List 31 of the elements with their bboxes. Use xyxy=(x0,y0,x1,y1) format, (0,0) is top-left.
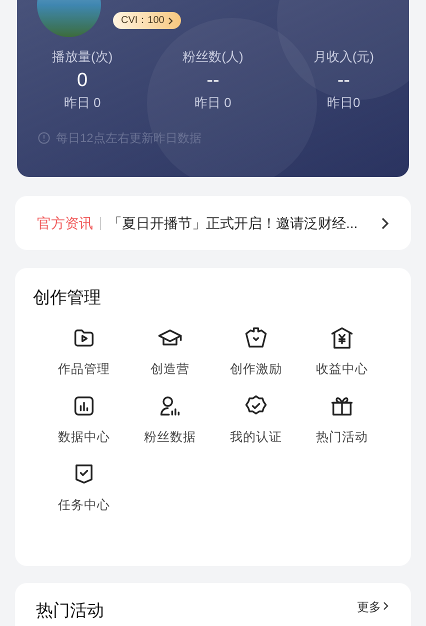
news-card[interactable]: 官方资讯 「夏日开播节」正式开启！邀请泛财经... xyxy=(15,196,411,250)
stat-label: 粉丝数(人) xyxy=(182,49,244,65)
tool-item[interactable]: 创作激励 xyxy=(213,324,299,376)
more-link[interactable]: 更多 xyxy=(357,600,389,626)
stat-value: -- xyxy=(206,69,220,93)
tool-item[interactable]: 创造营 xyxy=(127,324,213,376)
stat-yesterday: 昨日 0 xyxy=(64,95,101,111)
chevron-right-icon xyxy=(381,216,389,230)
tool-item[interactable]: 我的认证 xyxy=(213,392,299,444)
yen-house-icon xyxy=(329,324,355,350)
stat-value: 0 xyxy=(77,69,88,93)
tool-item[interactable]: 粉丝数据 xyxy=(127,392,213,444)
news-headline: 「夏日开播节」正式开启！邀请泛财经... xyxy=(108,214,359,232)
stat-label: 播放量(次) xyxy=(52,49,113,65)
tool-item[interactable]: 数据中心 xyxy=(41,392,127,444)
stat-yesterday: 昨日0 xyxy=(327,95,360,111)
chevron-right-icon xyxy=(168,16,174,24)
tool-item[interactable]: 任务中心 xyxy=(41,460,127,512)
stat-label: 月收入(元) xyxy=(313,49,374,65)
stat-yesterday: 昨日 0 xyxy=(194,95,232,111)
section-title: 创作管理 xyxy=(32,287,102,309)
news-tag: 官方资讯 xyxy=(37,212,93,234)
stat-value: -- xyxy=(337,69,350,93)
tool-item[interactable]: 收益中心 xyxy=(299,324,385,376)
tool-item[interactable]: 作品管理 xyxy=(41,324,127,376)
crown-icon xyxy=(243,324,269,350)
info-icon xyxy=(38,132,50,144)
chevron-right-icon xyxy=(383,600,389,612)
tool-item[interactable]: 热门活动 xyxy=(299,392,385,444)
section-title: 热门活动 xyxy=(36,600,104,622)
cvi-badge[interactable]: CVI：100 xyxy=(113,12,182,29)
